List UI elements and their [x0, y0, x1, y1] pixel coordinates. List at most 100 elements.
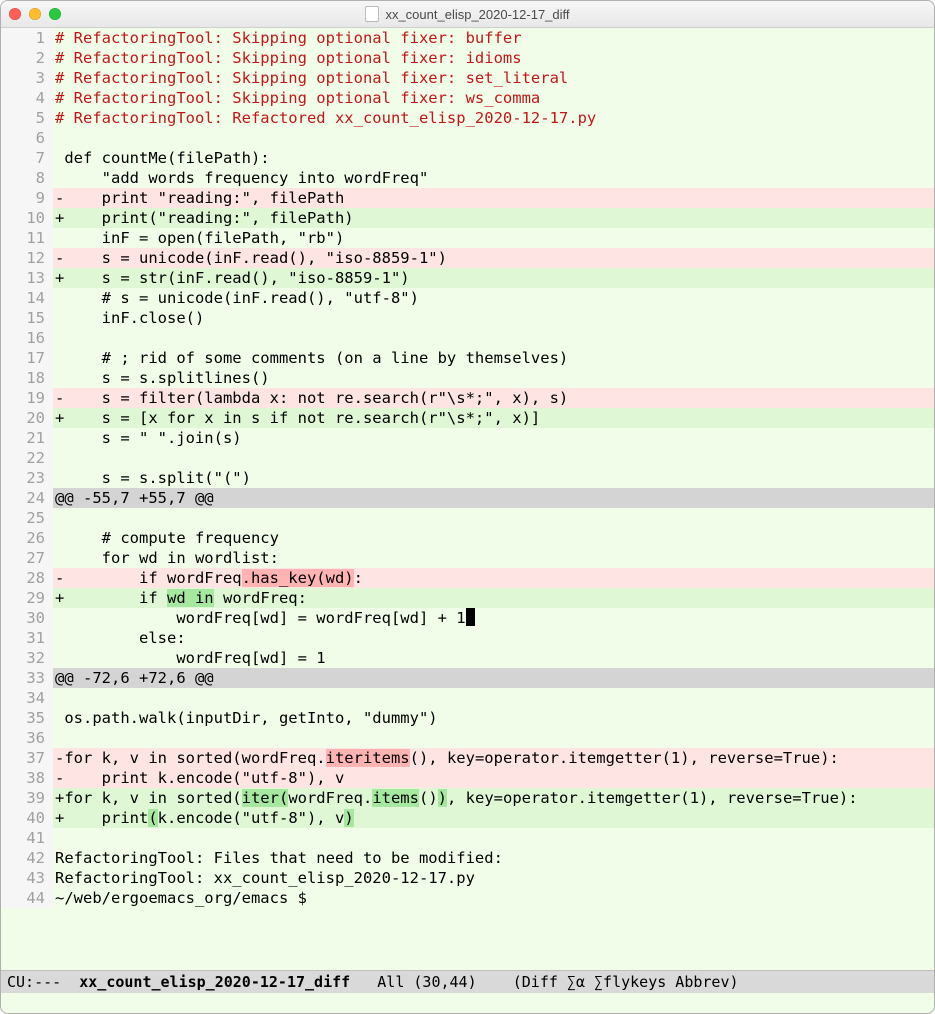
- code-line: 40+ print(k.encode("utf-8"), v): [1, 808, 934, 828]
- code-text: RefactoringTool: Files that need to be m…: [53, 848, 934, 868]
- code-line: 21 s = " ".join(s): [1, 428, 934, 448]
- line-number: 36: [1, 728, 53, 748]
- code-text: [53, 508, 934, 528]
- code-line: 42RefactoringTool: Files that need to be…: [1, 848, 934, 868]
- code-text: [53, 828, 934, 848]
- code-text: [53, 688, 934, 708]
- modeline-modes: (Diff ∑α ∑flykeys Abbrev): [513, 973, 739, 991]
- line-number: 9: [1, 188, 53, 208]
- code-line: 34: [1, 688, 934, 708]
- code-text: inF.close(): [53, 308, 934, 328]
- line-number: 39: [1, 788, 53, 808]
- code-text: - s = filter(lambda x: not re.search(r"\…: [53, 388, 934, 408]
- line-number: 25: [1, 508, 53, 528]
- code-line: 11 inF = open(filePath, "rb"): [1, 228, 934, 248]
- line-number: 41: [1, 828, 53, 848]
- code-text: @@ -55,7 +55,7 @@: [53, 488, 934, 508]
- line-number: 42: [1, 848, 53, 868]
- modeline-buffer-name: xx_count_elisp_2020-12-17_diff: [79, 973, 350, 991]
- traffic-lights: [9, 8, 61, 20]
- minimize-icon[interactable]: [29, 8, 41, 20]
- code-line: 27 for wd in wordlist:: [1, 548, 934, 568]
- line-number: 38: [1, 768, 53, 788]
- code-text: - print "reading:", filePath: [53, 188, 934, 208]
- code-text: + s = [x for x in s if not re.search(r"\…: [53, 408, 934, 428]
- code-line: 6: [1, 128, 934, 148]
- line-number: 43: [1, 868, 53, 888]
- line-number: 1: [1, 28, 53, 48]
- code-text: s = s.split("("): [53, 468, 934, 488]
- code-line: 13+ s = str(inF.read(), "iso-8859-1"): [1, 268, 934, 288]
- line-number: 24: [1, 488, 53, 508]
- code-line: 12- s = unicode(inF.read(), "iso-8859-1"…: [1, 248, 934, 268]
- close-icon[interactable]: [9, 8, 21, 20]
- code-text: + print("reading:", filePath): [53, 208, 934, 228]
- text-buffer[interactable]: 1# RefactoringTool: Skipping optional fi…: [1, 28, 934, 970]
- code-line: 18 s = s.splitlines(): [1, 368, 934, 388]
- line-number: 31: [1, 628, 53, 648]
- line-number: 30: [1, 608, 53, 628]
- code-text: for wd in wordlist:: [53, 548, 934, 568]
- code-line: 37-for k, v in sorted(wordFreq.iteritems…: [1, 748, 934, 768]
- code-line: 15 inF.close(): [1, 308, 934, 328]
- line-number: 34: [1, 688, 53, 708]
- code-line: 35 os.path.walk(inputDir, getInto, "dumm…: [1, 708, 934, 728]
- code-text: # compute frequency: [53, 528, 934, 548]
- line-number: 37: [1, 748, 53, 768]
- code-text: # RefactoringTool: Skipping optional fix…: [53, 88, 934, 108]
- code-line: 33@@ -72,6 +72,6 @@: [1, 668, 934, 688]
- code-line: 3# RefactoringTool: Skipping optional fi…: [1, 68, 934, 88]
- code-text: [53, 728, 934, 748]
- code-line: 1# RefactoringTool: Skipping optional fi…: [1, 28, 934, 48]
- minibuffer[interactable]: [1, 993, 934, 1013]
- code-text: + s = str(inF.read(), "iso-8859-1"): [53, 268, 934, 288]
- code-text: + print(k.encode("utf-8"), v): [53, 808, 934, 828]
- code-text: [53, 448, 934, 468]
- modeline-status: CU:---: [7, 973, 79, 991]
- line-number: 2: [1, 48, 53, 68]
- code-line: 17 # ; rid of some comments (on a line b…: [1, 348, 934, 368]
- code-text: - s = unicode(inF.read(), "iso-8859-1"): [53, 248, 934, 268]
- code-line: 41: [1, 828, 934, 848]
- code-line: 28- if wordFreq.has_key(wd):: [1, 568, 934, 588]
- line-number: 16: [1, 328, 53, 348]
- line-number: 8: [1, 168, 53, 188]
- code-text: s = " ".join(s): [53, 428, 934, 448]
- code-text: # RefactoringTool: Skipping optional fix…: [53, 28, 934, 48]
- titlebar: xx_count_elisp_2020-12-17_diff: [1, 1, 934, 28]
- line-number: 27: [1, 548, 53, 568]
- line-number: 3: [1, 68, 53, 88]
- line-number: 6: [1, 128, 53, 148]
- line-number: 15: [1, 308, 53, 328]
- code-line: 24@@ -55,7 +55,7 @@: [1, 488, 934, 508]
- line-number: 11: [1, 228, 53, 248]
- text-cursor: [466, 608, 475, 626]
- code-text: [53, 128, 934, 148]
- code-text: + if wd in wordFreq:: [53, 588, 934, 608]
- code-line: 14 # s = unicode(inF.read(), "utf-8"): [1, 288, 934, 308]
- code-text: # ; rid of some comments (on a line by t…: [53, 348, 934, 368]
- editor-window: xx_count_elisp_2020-12-17_diff 1# Refact…: [0, 0, 935, 1014]
- document-icon: [365, 6, 379, 22]
- zoom-icon[interactable]: [49, 8, 61, 20]
- code-text: # s = unicode(inF.read(), "utf-8"): [53, 288, 934, 308]
- line-number: 7: [1, 148, 53, 168]
- code-line: 25: [1, 508, 934, 528]
- code-text: def countMe(filePath):: [53, 148, 934, 168]
- window-title: xx_count_elisp_2020-12-17_diff: [1, 6, 934, 22]
- line-number: 44: [1, 888, 53, 908]
- line-number: 18: [1, 368, 53, 388]
- code-line: 16: [1, 328, 934, 348]
- line-number: 19: [1, 388, 53, 408]
- code-line: 5# RefactoringTool: Refactored xx_count_…: [1, 108, 934, 128]
- code-line: 38- print k.encode("utf-8"), v: [1, 768, 934, 788]
- code-text: ~/web/ergoemacs_org/emacs $: [53, 888, 934, 908]
- line-number: 10: [1, 208, 53, 228]
- code-text: -for k, v in sorted(wordFreq.iteritems()…: [53, 748, 934, 768]
- modeline-position: All (30,44): [350, 973, 513, 991]
- code-line: 39+for k, v in sorted(iter(wordFreq.item…: [1, 788, 934, 808]
- modeline: CU:--- xx_count_elisp_2020-12-17_diff Al…: [1, 970, 934, 993]
- code-text: +for k, v in sorted(iter(wordFreq.items(…: [53, 788, 934, 808]
- code-text: # RefactoringTool: Skipping optional fix…: [53, 48, 934, 68]
- line-number: 33: [1, 668, 53, 688]
